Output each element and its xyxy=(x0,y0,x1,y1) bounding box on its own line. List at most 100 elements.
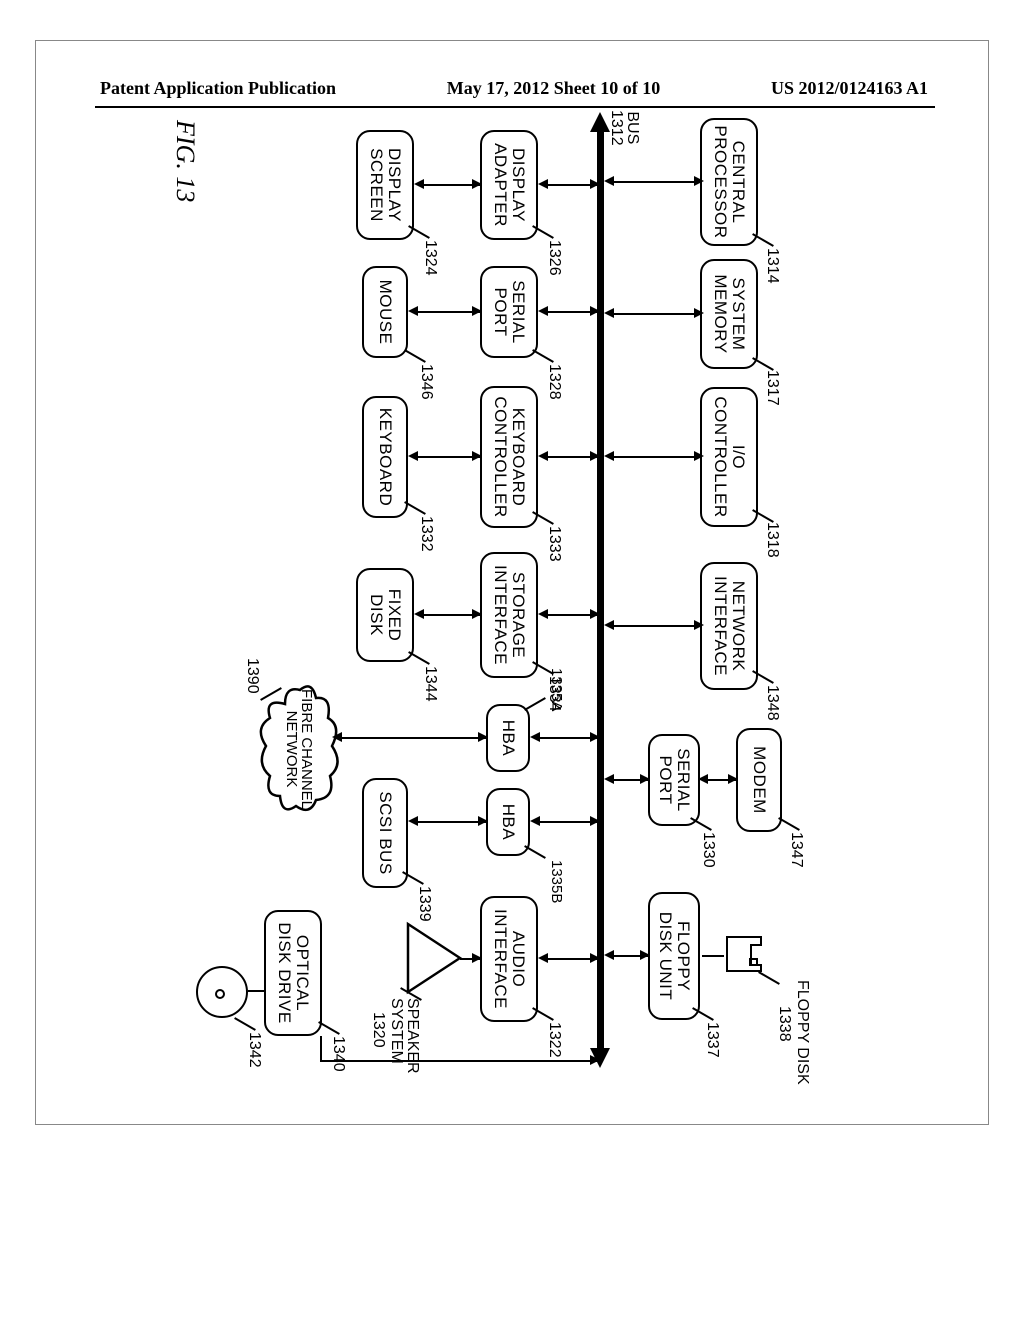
arrow-down-icon xyxy=(414,609,424,619)
ref-mouse: 1346 xyxy=(418,364,434,400)
label-speaker-system: SPEAKER SYSTEM xyxy=(388,998,420,1074)
lead-disc xyxy=(234,1017,256,1031)
conn-hbab-scsi xyxy=(412,821,486,823)
arrow-up-icon xyxy=(590,451,600,461)
ref-optical-disc: 1342 xyxy=(246,1032,262,1068)
box-io-controller: I/O CONTROLLER xyxy=(700,387,758,527)
arrow-up-icon xyxy=(590,953,600,963)
lead-fd xyxy=(408,651,430,665)
conn-bus-hbab xyxy=(534,821,598,823)
arrow-up-icon xyxy=(478,732,488,742)
arrow-up-icon xyxy=(590,732,600,742)
arrow-up-icon xyxy=(590,609,600,619)
ref-central-processor: 1314 xyxy=(764,248,780,284)
lead-odd xyxy=(318,1021,340,1035)
ref-system-memory: 1317 xyxy=(764,370,780,406)
arrow-down-icon xyxy=(538,451,548,461)
box-mouse: MOUSE xyxy=(362,266,408,358)
arrow-down-icon xyxy=(408,306,418,316)
conn-sp-mouse xyxy=(412,311,480,313)
ref-scsi-bus: 1339 xyxy=(416,886,432,922)
conn-bus-odd xyxy=(320,1060,598,1062)
conn-hbaa-cloud xyxy=(336,737,486,739)
arrow-down-icon xyxy=(604,774,614,784)
arrow-up-icon xyxy=(640,950,650,960)
ref-hba-b: 1335B xyxy=(549,860,564,903)
arrow-down-icon xyxy=(408,451,418,461)
arrow-down-icon xyxy=(530,816,540,826)
arrow-up-icon xyxy=(590,1055,600,1065)
box-network-interface: NETWORK INTERFACE xyxy=(700,562,758,690)
ref-network-interface: 1348 xyxy=(764,685,780,721)
ref-optical-disk-drive: 1340 xyxy=(330,1036,346,1072)
box-scsi-bus: SCSI BUS xyxy=(362,778,408,888)
bus-arrow-left-icon xyxy=(590,112,610,132)
arrow-up-icon xyxy=(694,620,704,630)
lead-floppy xyxy=(758,971,780,985)
box-keyboard: KEYBOARD xyxy=(362,396,408,518)
bus-line xyxy=(597,130,604,1050)
ref-hba-a: 1335A xyxy=(549,668,564,711)
label-floppy-disk: FLOPPY DISK xyxy=(794,980,810,1085)
box-serial-port-top: SERIAL PORT xyxy=(648,734,700,826)
figure-diagram: BUS 1312 CENTRAL PROCESSOR 1314 SYSTEM M… xyxy=(25,250,915,950)
box-optical-disk-drive: OPTICAL DISK DRIVE xyxy=(264,910,322,1036)
conn-cpu-bus xyxy=(610,181,700,183)
ref-serial-port: 1328 xyxy=(546,364,562,400)
arrow-down-icon xyxy=(538,179,548,189)
ref-display-adapter: 1326 xyxy=(546,240,562,276)
arrow-down-icon xyxy=(538,953,548,963)
ref-audio-interface: 1322 xyxy=(546,1022,562,1058)
box-display-adapter: DISPLAY ADAPTER xyxy=(480,130,538,240)
arrow-up-icon xyxy=(694,451,704,461)
arrow-down-icon xyxy=(408,816,418,826)
floppy-disk-icon xyxy=(726,936,762,972)
ref-speaker-system: 1320 xyxy=(370,1012,386,1048)
cloud-fibre-channel: FIBRE CHANNEL NETWORK xyxy=(258,684,340,814)
box-keyboard-controller: KEYBOARD CONTROLLER xyxy=(480,386,538,528)
arrow-down-icon xyxy=(538,306,548,316)
figure-label: FIG. 13 xyxy=(170,120,200,202)
conn-odd-disc xyxy=(248,990,264,992)
lead-sp xyxy=(532,349,554,363)
arrow-down-icon xyxy=(604,620,614,630)
lead-modem xyxy=(778,817,800,831)
arrow-up-icon xyxy=(728,774,738,784)
ref-display-screen: 1324 xyxy=(422,240,438,276)
arrow-up-icon xyxy=(472,306,482,316)
arrow-down-icon xyxy=(604,308,614,318)
lead-hbaa xyxy=(524,697,546,711)
box-audio-interface: AUDIO INTERFACE xyxy=(480,896,538,1022)
box-fixed-disk: FIXED DISK xyxy=(356,568,414,662)
arrow-down-icon xyxy=(604,950,614,960)
arrow-down-icon xyxy=(332,732,342,742)
optical-disc-icon xyxy=(196,966,248,1018)
arrow-up-icon xyxy=(694,308,704,318)
arrow-down-icon xyxy=(538,609,548,619)
bus-label: BUS 1312 xyxy=(608,110,640,146)
header-right: US 2012/0124163 A1 xyxy=(771,78,928,99)
arrow-up-icon xyxy=(590,179,600,189)
ref-floppy-disk: 1338 xyxy=(776,1006,792,1042)
arrow-up-icon xyxy=(472,609,482,619)
ref-modem: 1347 xyxy=(788,832,804,868)
box-system-memory: SYSTEM MEMORY xyxy=(700,259,758,369)
conn-io-bus xyxy=(610,456,700,458)
lead-mouse xyxy=(404,349,426,363)
arrow-down-icon xyxy=(604,451,614,461)
ref-serial-port-top: 1330 xyxy=(700,832,716,868)
box-serial-port: SERIAL PORT xyxy=(480,266,538,358)
conn-floppy-fdu xyxy=(702,955,724,957)
box-storage-interface: STORAGE INTERFACE xyxy=(480,552,538,678)
arrow-down-icon xyxy=(414,179,424,189)
box-floppy-disk-unit: FLOPPY DISK UNIT xyxy=(648,892,700,1020)
lead-serial-top xyxy=(690,817,712,831)
arrow-up-icon xyxy=(590,816,600,826)
header-center: May 17, 2012 Sheet 10 of 10 xyxy=(447,78,660,99)
conn-si-fd xyxy=(418,614,480,616)
page-header: Patent Application Publication May 17, 2… xyxy=(100,78,928,99)
arrow-up-icon xyxy=(472,179,482,189)
box-display-screen: DISPLAY SCREEN xyxy=(356,130,414,240)
lead-sysmem xyxy=(752,357,774,371)
lead-hbab xyxy=(524,845,546,859)
